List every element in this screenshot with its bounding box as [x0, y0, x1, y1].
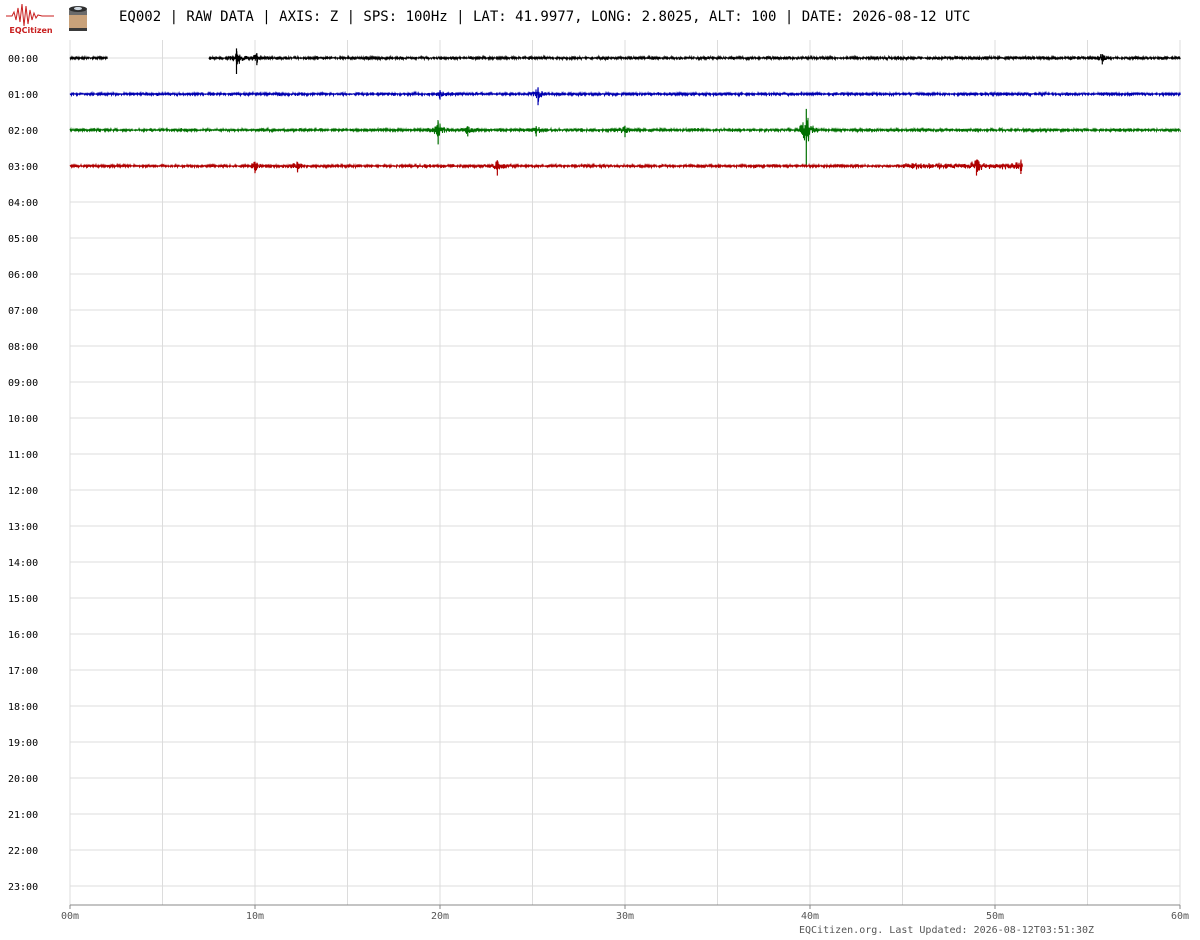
x-tick-label: 40m: [801, 911, 819, 922]
row-label: 20:00: [8, 774, 38, 785]
row-label: 06:00: [8, 270, 38, 281]
row-label: 23:00: [8, 882, 38, 893]
row-label: 07:00: [8, 306, 38, 317]
grid: [69, 40, 1181, 906]
row-label: 22:00: [8, 846, 38, 857]
trace-0000: [69, 54, 108, 61]
trace-0000: [208, 51, 1181, 65]
row-label: 10:00: [8, 414, 38, 425]
row-label: 08:00: [8, 342, 38, 353]
row-label: 03:00: [8, 162, 38, 173]
row-label: 00:00: [8, 54, 38, 65]
row-label: 16:00: [8, 630, 38, 641]
row-label: 12:00: [8, 486, 38, 497]
row-label: 18:00: [8, 702, 38, 713]
x-tick-label: 60m: [1171, 911, 1189, 922]
row-label: 14:00: [8, 558, 38, 569]
row-label: 13:00: [8, 522, 38, 533]
axis-labels: 00:00 01:00 02:00 03:00 04:00 05:00 06:00 07:00…: [8, 54, 1189, 922]
trace-0300: [69, 159, 1023, 172]
row-label: 02:00: [8, 126, 38, 137]
x-tick-label: 30m: [616, 911, 634, 922]
row-label: 15:00: [8, 594, 38, 605]
last-updated-footer: EQCitizen.org. Last Updated: 2026-08-12T…: [799, 925, 1095, 936]
row-label: 09:00: [8, 378, 38, 389]
row-label: 17:00: [8, 666, 38, 677]
row-label: 11:00: [8, 450, 38, 461]
x-tick-label: 50m: [986, 911, 1004, 922]
x-tick-label: 00m: [61, 911, 79, 922]
row-label: 19:00: [8, 738, 38, 749]
row-label: 21:00: [8, 810, 38, 821]
row-label: 04:00: [8, 198, 38, 209]
x-tick-label: 20m: [431, 911, 449, 922]
helicorder-plot: 00:00 01:00 02:00 03:00 04:00 05:00 06:00 07:00…: [8, 40, 1189, 922]
row-label: 05:00: [8, 234, 38, 245]
row-label: 01:00: [8, 90, 38, 101]
x-tick-label: 10m: [246, 911, 264, 922]
